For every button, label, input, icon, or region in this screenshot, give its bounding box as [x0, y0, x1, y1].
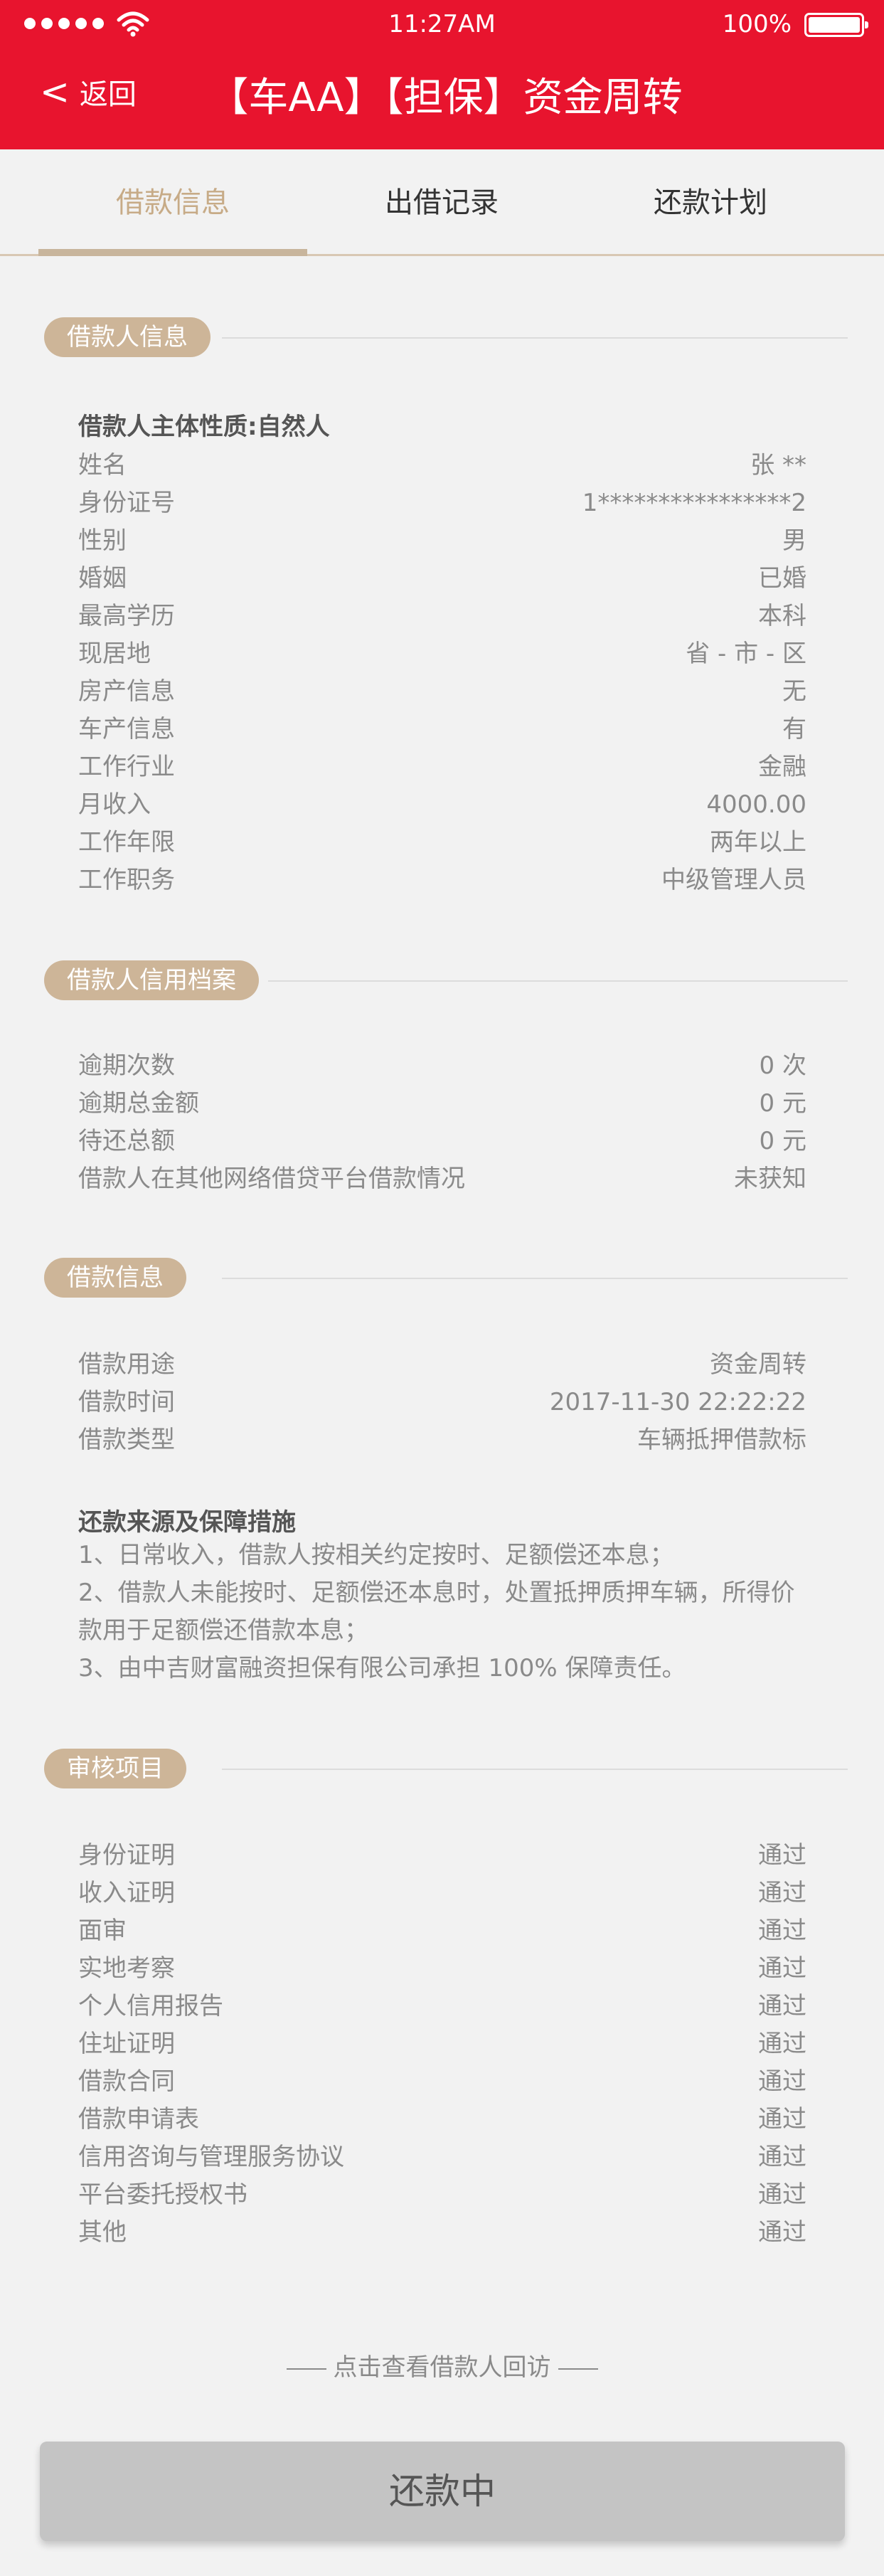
- audit-row: 身份证明 通过: [78, 1841, 806, 1870]
- battery-icon: [804, 13, 868, 37]
- info-row: 现居地省 - 市 - 区: [78, 640, 806, 668]
- page-title: 【车AA】【担保】资金周转: [208, 75, 683, 121]
- audit-row: 实地考察 通过: [78, 1954, 806, 1983]
- divider: [268, 980, 848, 982]
- audit-row: 平台委托授权书 通过: [78, 2180, 806, 2209]
- section-borrower-header: 借款人信息: [44, 317, 848, 357]
- section-pill: 借款人信息: [44, 317, 211, 357]
- info-row: 姓名张 **: [78, 451, 806, 479]
- info-row: 车产信息有: [78, 715, 806, 743]
- section-pill: 借款信息: [44, 1258, 186, 1298]
- info-row: 借款类型 车辆抵押借款标: [78, 1426, 806, 1454]
- battery-percent: 100%: [722, 10, 792, 38]
- info-row: 房产信息无: [78, 677, 806, 706]
- info-row: 工作行业 金融: [78, 753, 806, 781]
- section-pill: 审核项目: [44, 1749, 186, 1788]
- app-header: 11:27AM 100% < 返回 【车AA】【担保】资金周转: [0, 0, 884, 149]
- audit-row: 个人信用报告 通过: [78, 1992, 806, 2020]
- audit-row: 其他 通过: [78, 2218, 806, 2247]
- info-row: 身份证号 1****************2: [78, 489, 806, 517]
- dash-decoration: [558, 2368, 598, 2370]
- tab-lending-records[interactable]: 出借记录: [307, 149, 576, 256]
- visit-link-label: 点击查看借款人回访: [333, 2353, 551, 2382]
- borrower-subject-heading: 借款人主体性质:自然人: [78, 413, 330, 441]
- info-row: 婚姻 已婚: [78, 564, 806, 593]
- info-row: 工作职务 中级管理人员: [78, 866, 806, 894]
- info-row: 借款时间 2017-11-30 22:22:22: [78, 1388, 806, 1416]
- repayment-source-heading: 还款来源及保障措施: [78, 1508, 296, 1537]
- info-row: 逾期总金额 0 元: [78, 1089, 806, 1118]
- info-row: 逾期次数 0 次: [78, 1051, 806, 1080]
- section-loan-header: 借款信息: [44, 1258, 848, 1298]
- divider: [222, 1278, 848, 1279]
- info-row: 借款人在其他网络借贷平台借款情况 未获知: [78, 1165, 806, 1193]
- audit-row: 面审 通过: [78, 1917, 806, 1945]
- repayment-item: 2、借款人未能按时、足额偿还本息时，处置抵押质押车辆，所得价款用于足额偿还借款本…: [78, 1579, 795, 1645]
- info-row: 工作年限 两年以上: [78, 828, 806, 857]
- audit-row: 借款合同 通过: [78, 2067, 806, 2096]
- tab-loan-info[interactable]: 借款信息: [38, 149, 307, 256]
- status-bar: 11:27AM 100%: [0, 0, 884, 50]
- info-row: 月收入 4000.00: [78, 790, 806, 819]
- repayment-item: 1、日常收入，借款人按相关约定按时、足额偿还本息；: [78, 1541, 674, 1569]
- tab-active-indicator: [38, 249, 307, 256]
- tab-bar: 借款信息 出借记录 还款计划: [0, 149, 884, 256]
- info-row: 性别男: [78, 526, 806, 555]
- divider: [222, 337, 848, 339]
- repayment-item: 3、由中吉财富融资担保有限公司承担 100% 保障责任。: [78, 1654, 686, 1682]
- audit-row: 信用咨询与管理服务协议 通过: [78, 2143, 806, 2171]
- audit-row: 收入证明 通过: [78, 1879, 806, 1907]
- section-audit-header: 审核项目: [44, 1749, 848, 1788]
- borrower-visit-link[interactable]: 点击查看借款人回访: [0, 2348, 884, 2382]
- section-credit-header: 借款人信用档案: [44, 960, 848, 1000]
- info-row: 借款用途 资金周转: [78, 1350, 806, 1379]
- divider: [222, 1769, 848, 1770]
- section-pill: 借款人信用档案: [44, 960, 259, 1000]
- repaying-status-button[interactable]: 还款中: [40, 2442, 845, 2541]
- tab-repayment-plan[interactable]: 还款计划: [576, 149, 845, 256]
- info-row: 最高学历 本科: [78, 602, 806, 630]
- info-row: 待还总额 0 元: [78, 1127, 806, 1155]
- audit-row: 借款申请表 通过: [78, 2105, 806, 2134]
- dash-decoration: [286, 2368, 326, 2370]
- audit-row: 住址证明 通过: [78, 2030, 806, 2058]
